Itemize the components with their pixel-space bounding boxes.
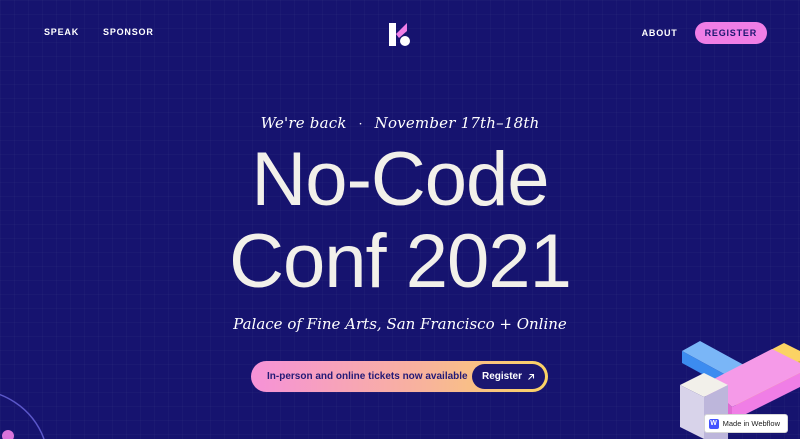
- nav-left: SPEAK SPONSOR: [44, 27, 154, 37]
- eyebrow-dates-text: November 17th–18th: [374, 114, 540, 132]
- nav-right: ABOUT REGISTER: [642, 22, 767, 44]
- made-in-webflow-badge[interactable]: W Made in Webflow: [703, 414, 788, 433]
- cta-register-button[interactable]: Register: [472, 364, 545, 389]
- eyebrow-separator: ·: [358, 117, 363, 131]
- nav-about-link[interactable]: ABOUT: [642, 28, 678, 38]
- tickets-cta-bar: In-person and online tickets now availab…: [251, 361, 548, 392]
- hero-title-line-2: Conf 2021: [229, 219, 572, 304]
- hero-title-line-1: No-Code: [251, 137, 549, 222]
- webflow-badge-label: Made in Webflow: [722, 419, 780, 428]
- kf-logo-icon[interactable]: [387, 21, 413, 48]
- nav-register-button[interactable]: REGISTER: [694, 22, 767, 44]
- webflow-logo-icon: W: [708, 418, 719, 429]
- left-arc-decoration: [0, 393, 45, 439]
- tickets-cta-text: In-person and online tickets now availab…: [267, 371, 468, 382]
- nav-speak-link[interactable]: SPEAK: [44, 27, 79, 37]
- cta-register-label: Register: [481, 371, 522, 382]
- hero-eyebrow: We're back · November 17th–18th: [0, 114, 800, 132]
- nav-sponsor-link[interactable]: SPONSOR: [103, 27, 154, 37]
- eyebrow-comeback-text: We're back: [260, 114, 347, 132]
- arrow-up-right-icon: [528, 373, 535, 380]
